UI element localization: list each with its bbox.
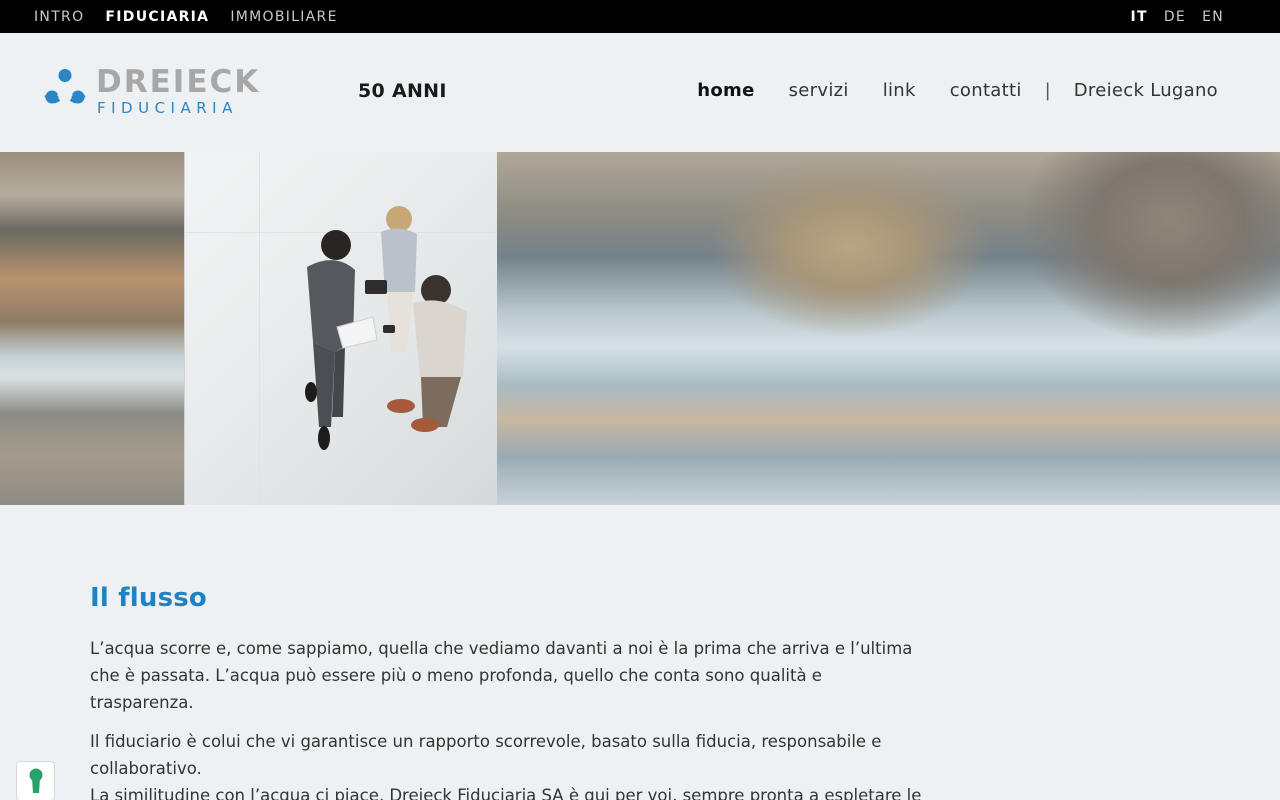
- main-nav: home servizi link contatti | Dreieck Lug…: [697, 80, 1218, 101]
- section-switcher: INTRO FIDUCIARIA IMMOBILIARE: [34, 9, 338, 25]
- language-link-it[interactable]: IT: [1130, 9, 1147, 25]
- nav-link-contatti[interactable]: contatti: [950, 80, 1022, 101]
- business-people-photo: [184, 152, 497, 505]
- river-left-strip-image: [0, 152, 184, 505]
- nav-link-link[interactable]: link: [883, 80, 916, 101]
- similitude-paragraph: La similitudine con l’acqua ci piace, Dr…: [90, 786, 922, 800]
- language-link-de[interactable]: DE: [1164, 9, 1186, 25]
- nav-link-dreieck-lugano[interactable]: Dreieck Lugano: [1074, 80, 1218, 101]
- page-title: Il flusso: [90, 583, 207, 613]
- logo-subtitle: FIDUCIARIA: [97, 99, 238, 117]
- top-bar: INTRO FIDUCIARIA IMMOBILIARE IT DE EN: [0, 0, 1280, 33]
- site-header: DREIECK FIDUCIARIA 50 ANNI home servizi …: [0, 33, 1280, 152]
- nav-link-servizi[interactable]: servizi: [789, 80, 849, 101]
- nav-link-home[interactable]: home: [697, 80, 754, 101]
- keyhole-icon: [29, 768, 42, 793]
- hero-image: [0, 152, 1280, 505]
- cookie-settings-button[interactable]: [16, 761, 55, 800]
- business-people-illustration: [305, 206, 467, 450]
- language-link-en[interactable]: EN: [1202, 9, 1224, 25]
- intro-paragraph: L’acqua scorre e, come sappiamo, quella …: [90, 639, 913, 712]
- trust-paragraph: Il fiduciario è colui che vi garantisce …: [90, 732, 882, 778]
- logo-name: DREIECK: [96, 64, 261, 100]
- dreieck-triangle-logo-icon: [44, 69, 86, 104]
- nav-separator: |: [1044, 80, 1051, 101]
- section-link-immobiliare[interactable]: IMMOBILIARE: [230, 9, 337, 25]
- section-link-intro[interactable]: INTRO: [34, 9, 84, 25]
- anniversary-label[interactable]: 50 ANNI: [358, 80, 447, 102]
- site-logo[interactable]: DREIECK FIDUCIARIA: [44, 67, 260, 117]
- main-content: Il flusso L’acqua scorre e, come sappiam…: [90, 583, 930, 800]
- section-link-fiduciaria[interactable]: FIDUCIARIA: [105, 9, 209, 25]
- language-switcher: IT DE EN: [1130, 9, 1246, 25]
- logo-text: DREIECK FIDUCIARIA: [96, 64, 261, 118]
